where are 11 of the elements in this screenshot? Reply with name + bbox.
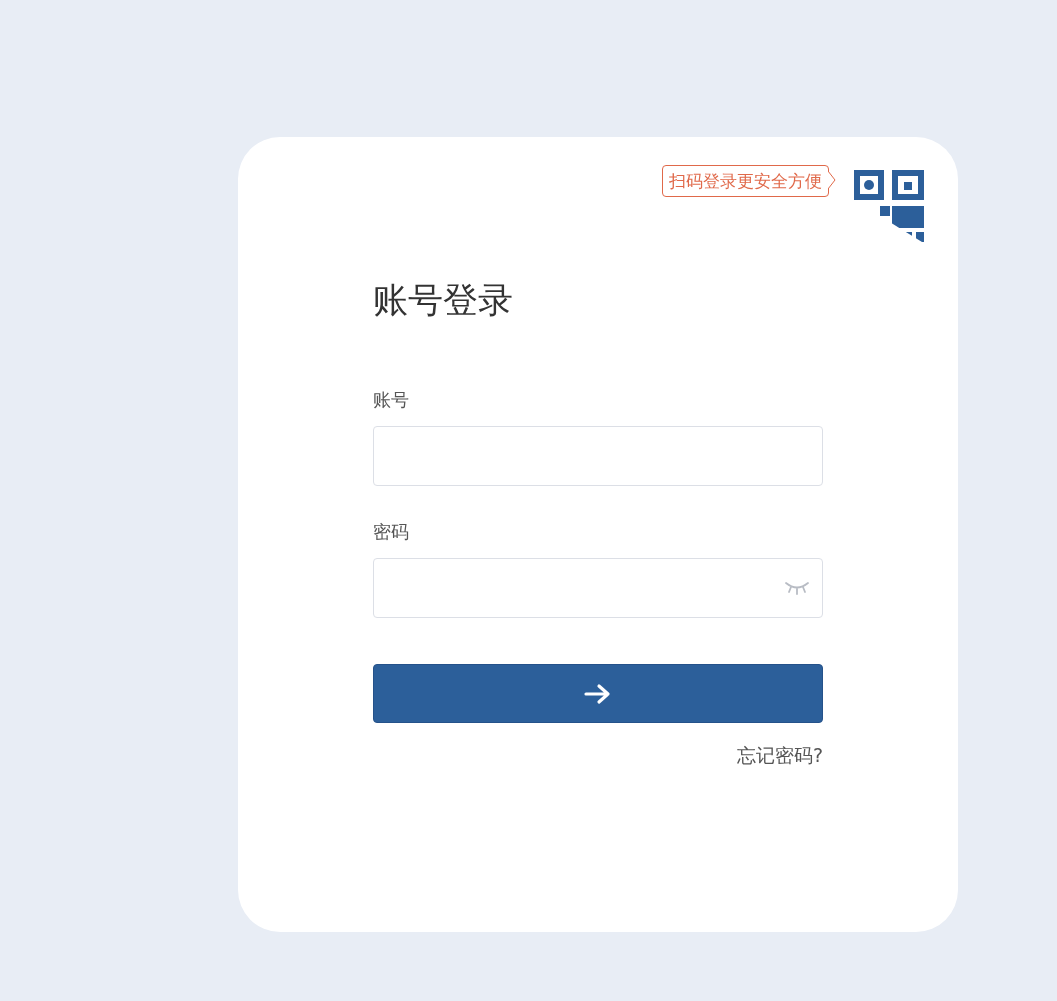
login-title: 账号登录 — [373, 279, 514, 322]
field-label: 账号 — [373, 388, 410, 412]
arrow-right-icon — [584, 682, 612, 705]
field-label: 密码 — [373, 520, 410, 544]
callout-tail — [828, 171, 836, 189]
forgot-password-link[interactable]: 忘记密码? — [736, 743, 823, 769]
qr-code-icon[interactable] — [854, 170, 924, 242]
account-field[interactable] — [373, 426, 823, 486]
login-button[interactable] — [373, 664, 823, 723]
password-field[interactable] — [373, 558, 823, 618]
hidden-eye-icon[interactable] — [784, 580, 810, 596]
